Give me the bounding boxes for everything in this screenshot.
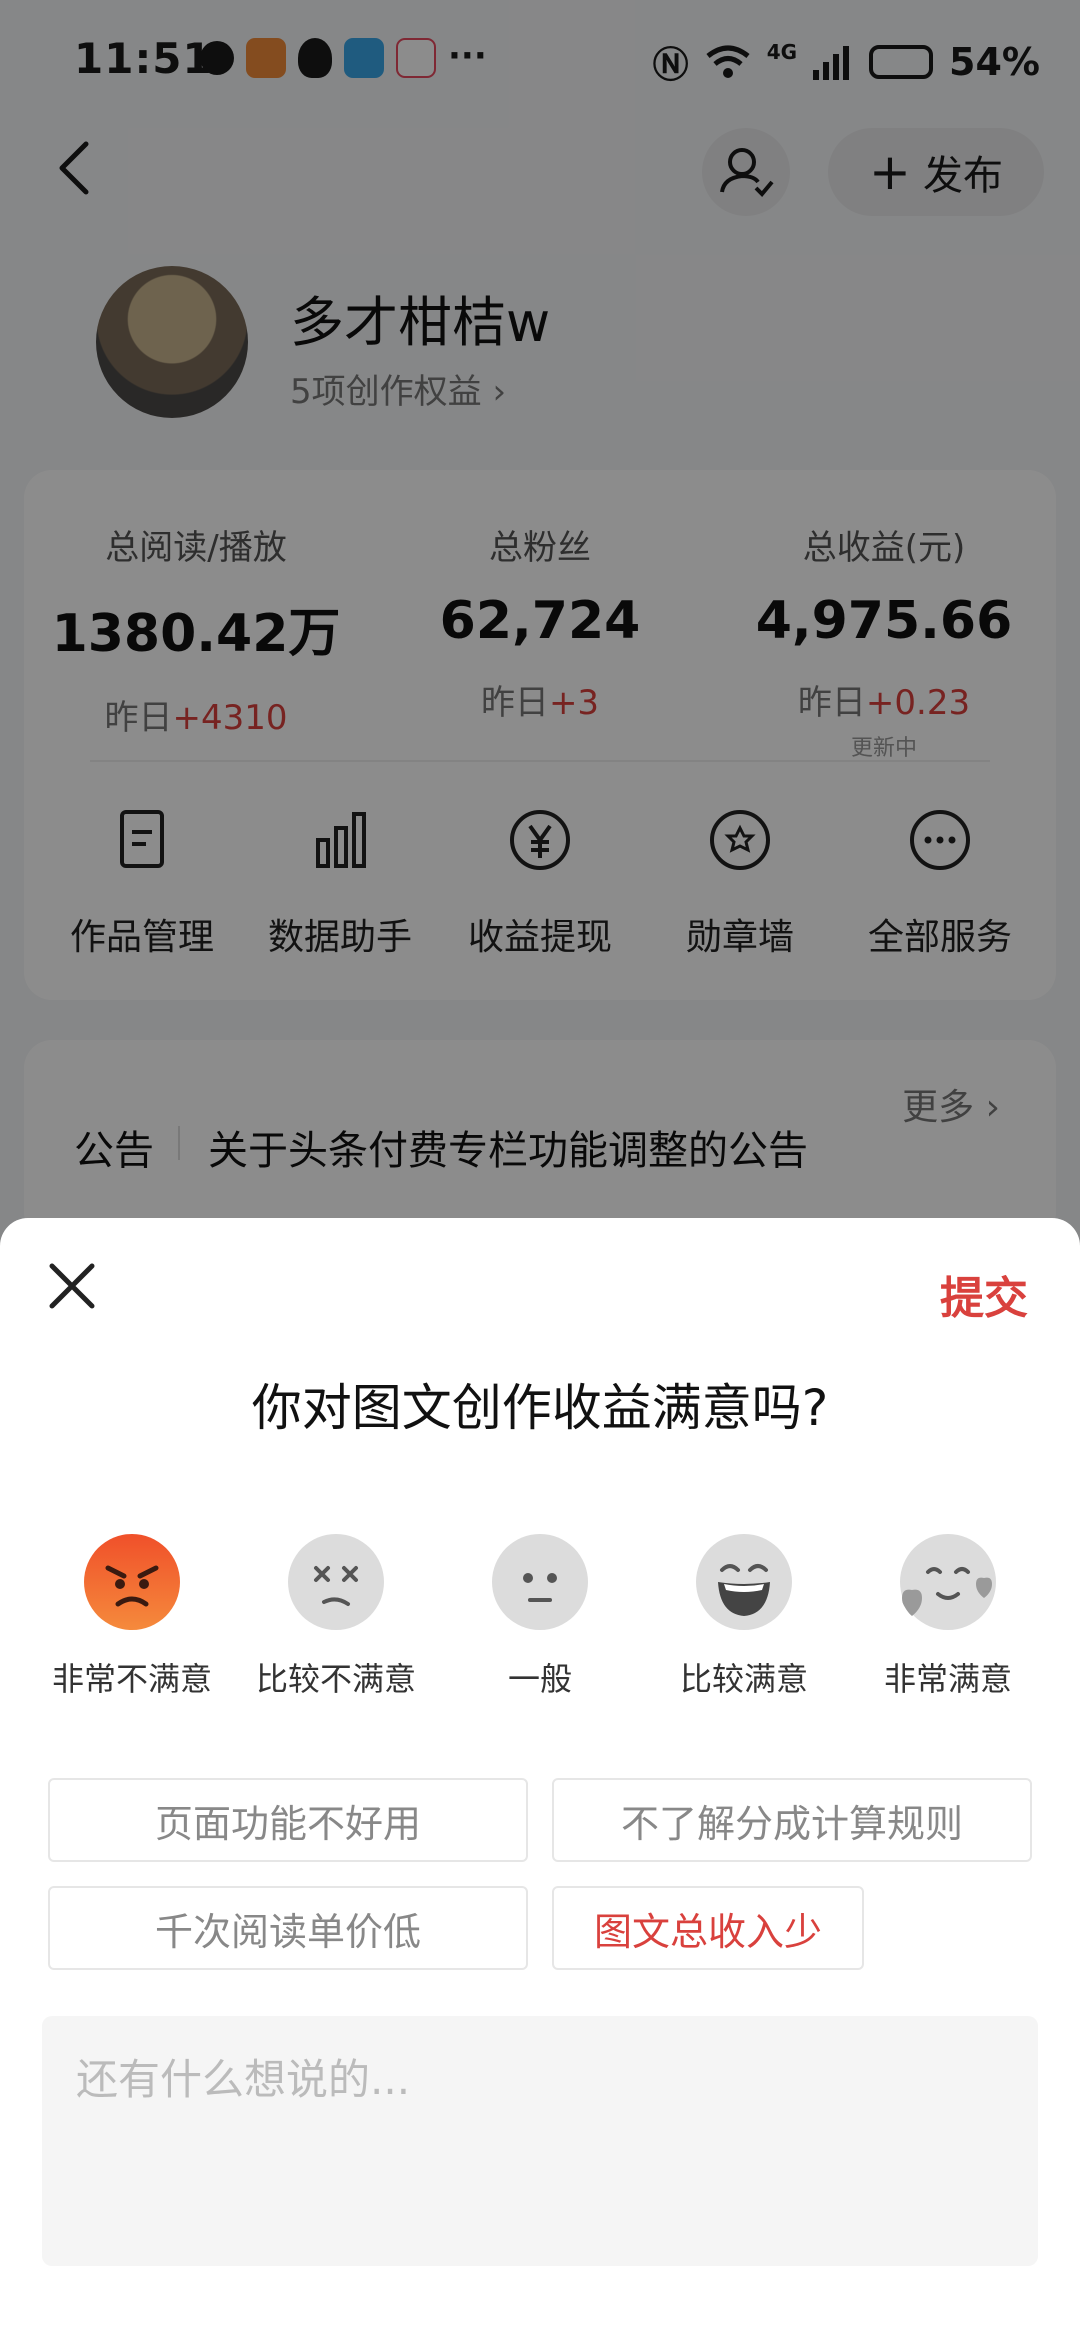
reason-chip-unclear-revenue-rules[interactable]: 不了解分成计算规则 [552,1778,1032,1862]
rating-label: 一般 [507,1660,572,1698]
rating-label: 比较满意 [679,1660,808,1698]
rating-label: 非常不满意 [51,1660,212,1698]
close-icon[interactable] [44,1258,100,1314]
rating-neutral[interactable]: 一般 [440,1532,640,1700]
rating-label: 非常满意 [883,1660,1012,1698]
neutral-face-icon [492,1534,588,1630]
rating-dissatisfied[interactable]: 比较不满意 [236,1532,436,1700]
rating-very-satisfied[interactable]: 非常满意 [848,1532,1048,1700]
dizzy-face-icon [288,1534,384,1630]
laughing-face-icon [696,1534,792,1630]
comment-input[interactable] [42,2016,1038,2266]
survey-question: 你对图文创作收益满意吗? [251,1379,829,1437]
angry-face-icon [84,1534,180,1630]
reason-chip-low-total-income[interactable]: 图文总收入少 [552,1886,864,1970]
rating-very-dissatisfied[interactable]: 非常不满意 [32,1532,232,1700]
reason-chip-low-cpm[interactable]: 千次阅读单价低 [48,1886,528,1970]
submit-button[interactable]: 提交 [940,1262,1028,1326]
reason-chip-ui-hard-to-use[interactable]: 页面功能不好用 [48,1778,528,1862]
rating-satisfied[interactable]: 比较满意 [644,1532,844,1700]
rating-label: 比较不满意 [255,1660,416,1698]
love-face-icon [900,1534,996,1630]
